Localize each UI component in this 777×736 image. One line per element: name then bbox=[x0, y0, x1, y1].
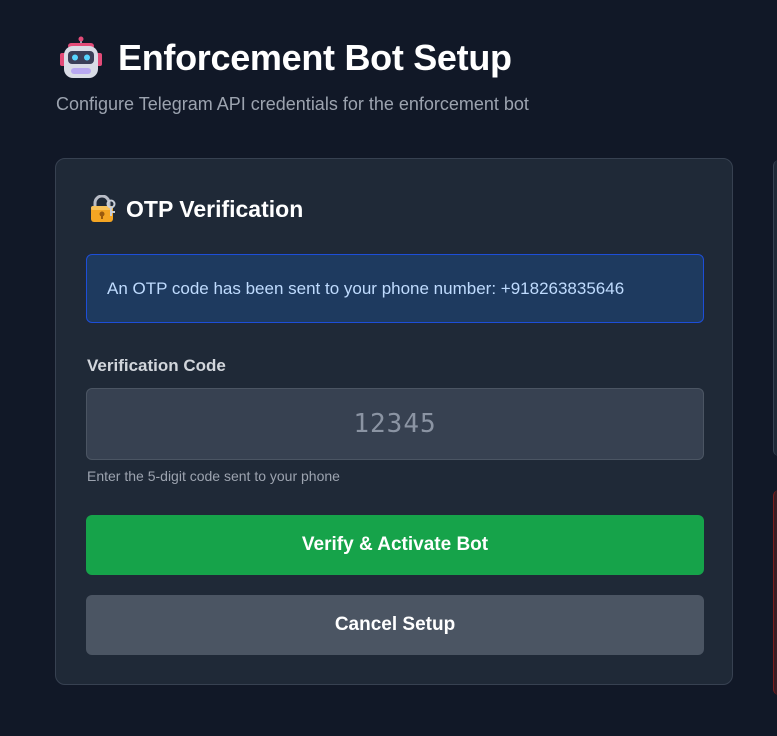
robot-icon bbox=[58, 36, 104, 80]
adjacent-panel-edge bbox=[773, 160, 777, 456]
otp-verification-card: OTP Verification An OTP code has been se… bbox=[55, 158, 733, 685]
cancel-setup-button[interactable]: Cancel Setup bbox=[86, 595, 704, 655]
otp-sent-message: An OTP code has been sent to your phone … bbox=[107, 278, 625, 298]
card-heading: OTP Verification bbox=[90, 193, 303, 225]
lock-icon bbox=[90, 194, 116, 223]
verification-code-label: Verification Code bbox=[87, 356, 226, 375]
page-header: Enforcement Bot Setup Configure Telegram… bbox=[56, 36, 736, 116]
adjacent-alert-panel-edge bbox=[773, 490, 777, 695]
page-title: Enforcement Bot Setup bbox=[118, 37, 512, 78]
verification-code-helper-text: Enter the 5-digit code sent to your phon… bbox=[87, 468, 340, 484]
page-subtitle: Configure Telegram API credentials for t… bbox=[56, 94, 529, 114]
card-title: OTP Verification bbox=[126, 195, 304, 222]
title-row: Enforcement Bot Setup bbox=[56, 36, 736, 80]
verify-activate-bot-button[interactable]: Verify & Activate Bot bbox=[86, 515, 704, 575]
otp-sent-info-box: An OTP code has been sent to your phone … bbox=[86, 254, 704, 323]
verification-code-input[interactable] bbox=[86, 388, 704, 460]
